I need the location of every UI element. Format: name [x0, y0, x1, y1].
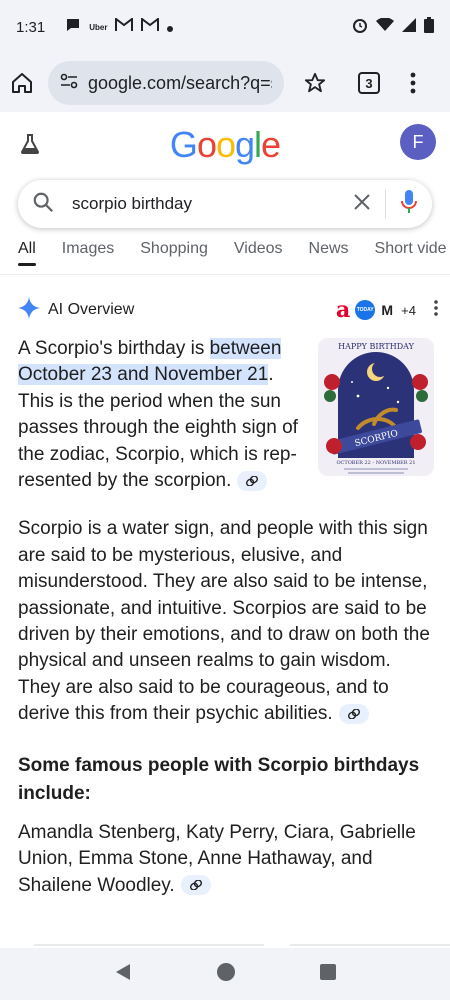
- para2-text: Scorpio is a water sign, and people with…: [18, 518, 430, 725]
- microphone-icon[interactable]: [400, 189, 418, 220]
- signal-icon: [402, 18, 416, 36]
- logo-letter: e: [261, 124, 281, 165]
- tab-shopping[interactable]: Shopping: [140, 240, 208, 266]
- back-icon[interactable]: [114, 963, 132, 986]
- labs-flask-icon[interactable]: [18, 132, 42, 161]
- image-top-text: HAPPY BIRTHDAY: [338, 342, 414, 351]
- status-time: 1:31: [16, 18, 46, 36]
- citation-link-icon[interactable]: [237, 471, 268, 492]
- overflow-menu-icon[interactable]: [410, 72, 416, 94]
- citation-link-icon[interactable]: [180, 875, 211, 896]
- uber-icon: Uber: [89, 22, 108, 32]
- source-today-icon[interactable]: TODAY: [355, 300, 376, 320]
- home-circle-icon[interactable]: [216, 962, 235, 986]
- overview-paragraph-1: A Scorpio's birthday is between October …: [18, 336, 314, 494]
- logo-letter: o: [196, 124, 217, 165]
- google-header: Google F: [0, 112, 450, 178]
- recents-icon[interactable]: [319, 963, 336, 985]
- search-input[interactable]: scorpio birthday: [72, 194, 353, 214]
- scorpio-image[interactable]: HAPPY BIRTHDAY SCORPIO OCTOBER 22 - NOVE…: [318, 338, 434, 476]
- logo-letter: g: [235, 124, 255, 165]
- tab-videos[interactable]: Videos: [234, 240, 283, 266]
- clear-icon[interactable]: [353, 193, 371, 216]
- tab-short-videos[interactable]: Short vide: [375, 240, 447, 266]
- para1-before: A Scorpio's birthday is: [18, 338, 210, 359]
- logo-letter: l: [254, 124, 262, 165]
- status-right: [352, 17, 434, 37]
- account-avatar[interactable]: F: [400, 124, 436, 160]
- alarm-icon: [352, 17, 368, 37]
- tabs-divider: [0, 274, 450, 275]
- search-box[interactable]: scorpio birthday: [18, 180, 432, 228]
- tab-images[interactable]: Images: [62, 240, 114, 266]
- gmail-icon-2: [141, 17, 160, 36]
- content-divider: [290, 944, 450, 946]
- ai-sources[interactable]: a TODAY M +4: [333, 297, 416, 323]
- search-divider: [385, 190, 386, 218]
- source-m-icon[interactable]: M: [377, 300, 398, 320]
- para3-text: Amandla Stenberg, Katy Perry, Ciara, Gab…: [18, 821, 416, 896]
- chat-bubble-icon: [65, 17, 81, 37]
- content-divider: [34, 944, 264, 946]
- browser-toolbar: google.com/search?q=sc 3: [0, 54, 450, 112]
- ai-overview-header: AI Overview a TODAY M +4: [18, 296, 438, 324]
- star-icon[interactable]: [304, 72, 326, 94]
- status-left: 1:31 Uber: [16, 17, 174, 37]
- source-a-icon[interactable]: a: [333, 297, 354, 323]
- famous-people-heading: Some famous people with Scorpio birthday…: [18, 754, 420, 804]
- image-dates-text: OCTOBER 22 - NOVEMBER 21: [336, 460, 415, 466]
- logo-letter: o: [215, 124, 236, 165]
- overview-paragraph-2: Scorpio is a water sign, and people with…: [18, 516, 432, 727]
- ai-overflow-menu-icon[interactable]: [434, 299, 438, 321]
- gmail-icon: [115, 17, 134, 36]
- overview-paragraph-3: Amandla Stenberg, Katy Perry, Ciara, Gab…: [18, 820, 432, 899]
- tab-switcher-button[interactable]: 3: [358, 72, 380, 94]
- tab-all[interactable]: All: [18, 240, 36, 266]
- url-text[interactable]: google.com/search?q=sc: [88, 73, 272, 94]
- address-bar[interactable]: google.com/search?q=sc: [48, 61, 284, 105]
- google-logo[interactable]: Google: [169, 124, 281, 166]
- system-nav-bar: [0, 948, 450, 1000]
- wifi-icon: [376, 17, 394, 36]
- ai-overview-content: A Scorpio's birthday is between October …: [18, 336, 434, 899]
- search-icon: [32, 191, 54, 218]
- more-sources-count[interactable]: +4: [401, 303, 416, 318]
- site-settings-icon[interactable]: [60, 73, 78, 94]
- citation-link-icon[interactable]: [338, 704, 369, 725]
- logo-letter: G: [169, 124, 198, 165]
- tab-news[interactable]: News: [309, 240, 349, 266]
- home-icon[interactable]: [10, 71, 34, 95]
- search-tabs: All Images Shopping Videos News Short vi…: [0, 240, 450, 274]
- status-bar: 1:31 Uber: [0, 0, 450, 54]
- gemini-sparkle-icon: [18, 296, 40, 324]
- ai-overview-title: AI Overview: [48, 301, 135, 318]
- battery-icon: [424, 17, 434, 37]
- dot-icon: [167, 19, 174, 36]
